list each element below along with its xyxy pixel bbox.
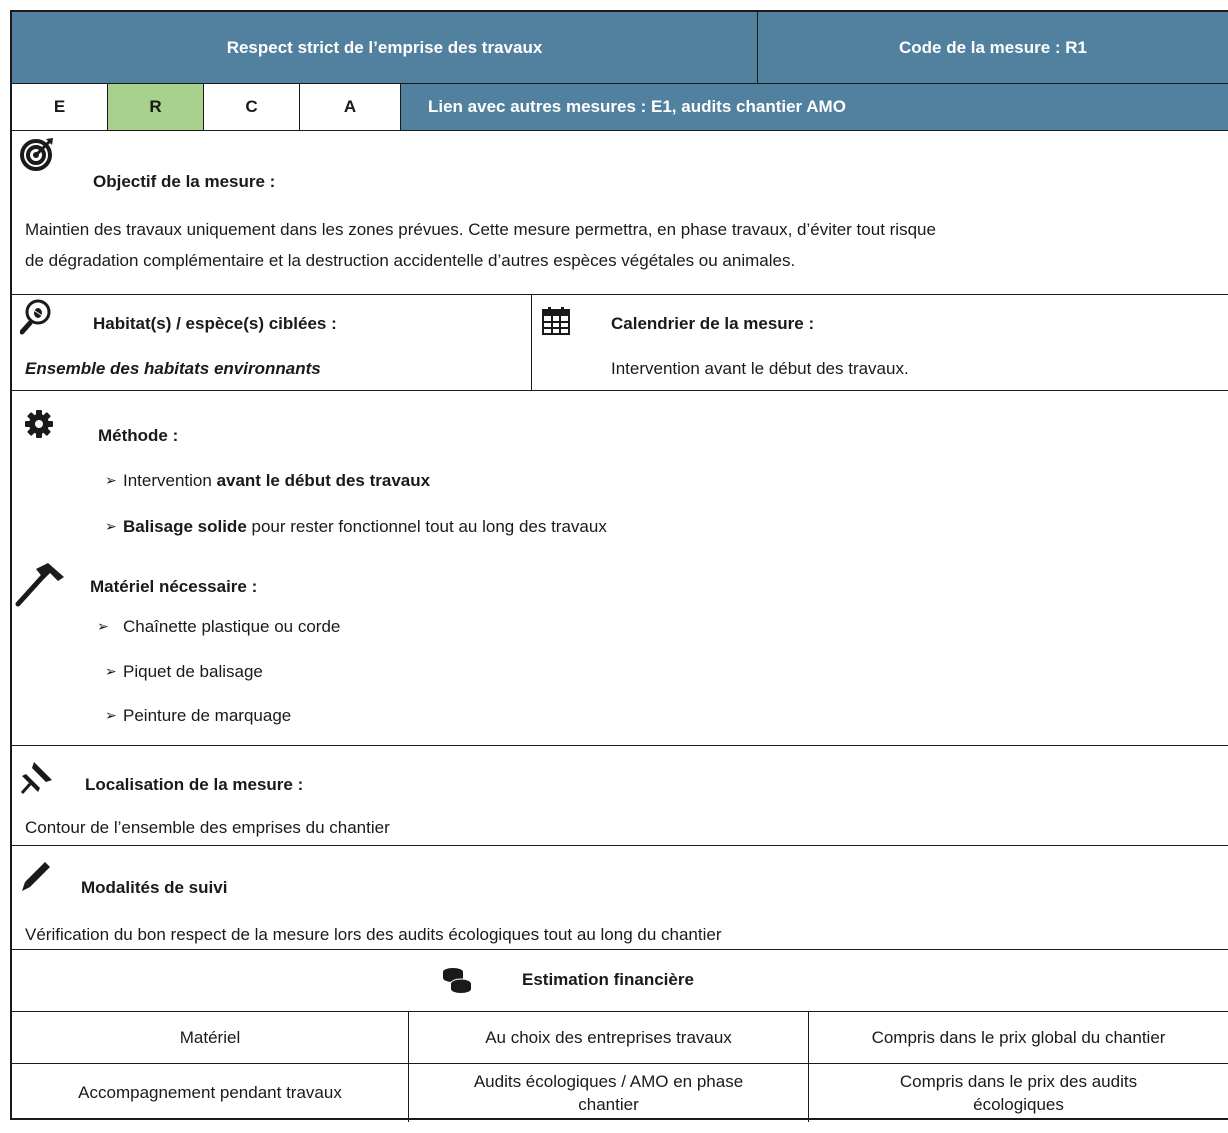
finance-item: Accompagnement pendant travaux [12,1064,409,1122]
target-icon [20,138,53,171]
bullet-arrow-icon: ➢ [105,663,117,679]
habitat-title: Habitat(s) / espèce(s) ciblées : [93,314,337,333]
bullet-arrow-icon: ➢ [105,472,117,488]
erca-row: E R C A Lien avec autres mesures : E1, a… [12,84,1228,131]
finance-cost: Compris dans le prix des audits écologiq… [899,1072,1138,1114]
erca-c: C [204,84,300,130]
gear-icon [25,410,53,438]
finance-title: Estimation financière [522,970,694,989]
bug-magnifier-icon [20,299,51,335]
monitoring-title: Modalités de suivi [81,878,228,897]
finance-row: Matériel Au choix des entreprises travau… [12,1012,1228,1064]
habitat-value: Ensemble des habitats environnants [25,359,321,378]
habitat-calendar-row: Habitat(s) / espèce(s) ciblées : Ensembl… [12,295,1228,391]
material-item-2: Piquet de balisage [123,662,263,681]
material-item-1: Chaînette plastique ou corde [123,617,341,636]
method-section: Méthode : ➢ Intervention avant le début … [12,391,1228,746]
erca-r-active: R [108,84,204,130]
monitoring-value: Vérification du bon respect de la mesure… [25,925,722,944]
objective-text-line1: Maintien des travaux uniquement dans les… [25,220,936,239]
finance-provider: Au choix des entreprises travaux [409,1012,809,1063]
material-title: Matériel nécessaire : [90,577,258,596]
hammer-icon [15,563,64,607]
objective-section: Objectif de la mesure : Maintien des tra… [12,131,1228,295]
location-value: Contour de l’ensemble des emprises du ch… [25,818,390,837]
coins-icon [443,968,472,993]
finance-item: Matériel [12,1012,409,1063]
monitoring-section: Modalités de suivi Vérification du bon r… [12,846,1228,950]
method-item-1: Intervention avant le début des travaux [123,471,431,490]
linked-measures: Lien avec autres mesures : E1, audits ch… [401,84,1228,130]
erca-e: E [12,84,108,130]
objective-title: Objectif de la mesure : [93,172,276,191]
location-title: Localisation de la mesure : [85,775,304,794]
calendar-value: Intervention avant le début des travaux. [611,359,909,378]
calendar-cell: Calendrier de la mesure : Intervention a… [532,295,1228,390]
finance-row: Accompagnement pendant travaux Audits éc… [12,1064,1228,1122]
objective-text-line2: de dégradation complémentaire et la dest… [25,251,796,270]
habitat-cell: Habitat(s) / espèce(s) ciblées : Ensembl… [12,295,532,390]
measure-title: Respect strict de l’emprise des travaux [12,12,758,83]
measure-sheet: Respect strict de l’emprise des travaux … [10,10,1228,1122]
bullet-arrow-icon: ➢ [105,707,117,723]
finance-provider: Audits écologiques / AMO en phase chanti… [409,1064,809,1122]
finance-header: Estimation financière [12,950,1228,1012]
pushpin-icon [20,762,52,794]
header-row: Respect strict de l’emprise des travaux … [12,12,1228,84]
calendar-icon [542,307,570,335]
bullet-arrow-icon: ➢ [97,618,109,634]
method-item-2: Balisage solide pour rester fonctionnel … [123,517,607,536]
material-item-3: Peinture de marquage [123,706,292,725]
pencil-icon [22,862,50,891]
location-section: Localisation de la mesure : Contour de l… [12,746,1228,846]
measure-code: Code de la mesure : R1 [758,12,1228,83]
erca-a: A [300,84,401,130]
calendar-title: Calendrier de la mesure : [611,314,815,333]
method-title: Méthode : [98,426,179,445]
finance-cost: Compris dans le prix global du chantier [871,1027,1166,1047]
bullet-arrow-icon: ➢ [105,518,117,534]
